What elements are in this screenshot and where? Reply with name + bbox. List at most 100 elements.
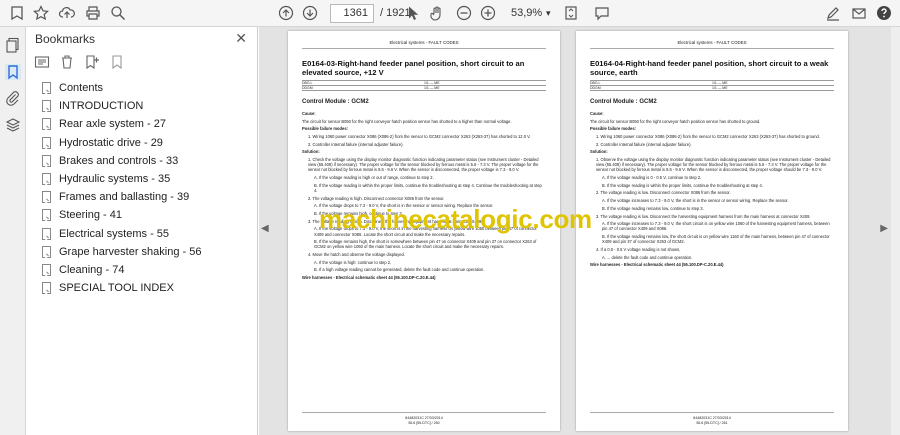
star-icon[interactable] xyxy=(31,3,51,23)
bookmark-item[interactable]: Cleaning - 74 xyxy=(42,261,254,279)
bookmark-item[interactable]: Hydraulic systems - 35 xyxy=(42,170,254,188)
bookmark-item[interactable]: Hydrostatic drive - 29 xyxy=(42,134,254,152)
share-mail-icon[interactable] xyxy=(850,3,868,23)
bookmark-label: Steering - 41 xyxy=(59,209,122,222)
page-paragraph: 1. Check the voltage using the display m… xyxy=(308,157,539,173)
watermark-text: machinecatalogic.com xyxy=(319,204,592,234)
bookmark-label: Frames and ballasting - 39 xyxy=(59,191,190,204)
page-paragraph: B. If the voltage reading remains low, c… xyxy=(602,205,704,211)
comment-icon[interactable] xyxy=(593,3,611,23)
bookmark-item[interactable]: Steering - 41 xyxy=(42,206,254,224)
bookmark-item[interactable]: Frames and ballasting - 39 xyxy=(42,188,254,206)
page-paragraph: 3. The voltage reading is low. Disconnec… xyxy=(596,213,811,219)
bookmark-label: INTRODUCTION xyxy=(59,100,144,113)
page-paragraph: The circuit for sensor B050 for the righ… xyxy=(302,118,512,124)
bookmark-add-icon[interactable] xyxy=(7,3,27,23)
zoom-out-icon[interactable] xyxy=(455,3,473,23)
zoom-dropdown-icon[interactable]: ▾ xyxy=(546,8,551,19)
bookmarks-toolbar xyxy=(34,54,125,72)
page-number-input[interactable]: 1361 xyxy=(330,4,374,23)
page-paragraph: A. If the voltage is high: continue to s… xyxy=(314,259,392,265)
bookmark-icon xyxy=(42,136,51,149)
bookmark-icon xyxy=(42,173,51,186)
page-paragraph: B. If a high voltage reading cannot be g… xyxy=(314,267,485,273)
close-panel-icon[interactable]: ✕ xyxy=(235,30,247,47)
page-paragraph: Possible failure modes: xyxy=(302,126,348,132)
navigation-rail xyxy=(0,27,26,435)
table-cell: DBG L xyxy=(590,81,601,86)
page-body: Cause: The circuit for sensor B050 for th… xyxy=(302,111,546,280)
bookmark-item[interactable]: Brakes and controls - 33 xyxy=(42,152,254,170)
bookmark-label: Grape harvester shaking - 56 xyxy=(59,245,202,258)
select-cursor-icon[interactable] xyxy=(404,3,422,23)
zoom-level[interactable]: 53,9% xyxy=(511,7,542,19)
bookmarks-panel-icon[interactable] xyxy=(5,64,21,80)
print-icon[interactable] xyxy=(83,3,103,23)
delete-bookmark-icon[interactable] xyxy=(59,54,75,70)
next-page-icon[interactable] xyxy=(300,3,320,23)
attachments-icon[interactable] xyxy=(5,90,21,106)
table-cell: 1/1 — ME xyxy=(424,86,440,91)
page-footer: 84482031C 27/03/2014 55.6 [55.DTC] / 261 xyxy=(590,412,834,425)
page-paragraph: 2. Controller internal failure (internal… xyxy=(308,141,404,147)
page-paragraph: 4. If a 0.0 - 0.5 V voltage reading is n… xyxy=(596,246,681,252)
bookmark-label: Hydraulic systems - 35 xyxy=(59,173,171,186)
zoom-in-icon[interactable] xyxy=(479,3,497,23)
page-paragraph: B. If the voltage reading is within the … xyxy=(602,182,763,188)
context-table: DBG L 1/1 — ME DDGM 1/1 — ME xyxy=(302,80,546,92)
footer-page-ref: 55.6 [55.DTC] / 261 xyxy=(696,420,728,425)
bookmark-icon xyxy=(42,100,51,113)
page-paragraph: The circuit for sensor B050 for the righ… xyxy=(590,118,761,124)
tag-bookmark-icon[interactable] xyxy=(109,54,125,70)
page-paragraph: Possible failure modes: xyxy=(590,126,636,132)
fit-page-icon[interactable] xyxy=(562,3,580,23)
page-thumbnails-icon[interactable] xyxy=(5,37,21,53)
page-paragraph: 1. Wiring 1060 power connector X086 (X08… xyxy=(308,134,531,140)
control-module-label: Control Module : GCM2 xyxy=(302,99,369,106)
table-cell: DBG L xyxy=(302,81,313,86)
zoom-search-icon[interactable] xyxy=(108,3,128,23)
vertical-scrollbar[interactable] xyxy=(891,27,900,435)
bookmark-item[interactable]: INTRODUCTION xyxy=(42,97,254,115)
page-paragraph: 2. Controller internal failure (internal… xyxy=(596,141,692,147)
table-cell: DDGM xyxy=(302,86,313,91)
fault-code-title: E0164-03-Right-hand feeder panel positio… xyxy=(302,59,525,77)
previous-page-icon[interactable] xyxy=(276,3,296,23)
collapse-left-icon[interactable]: ◀ xyxy=(261,223,269,234)
page-paragraph: 1. Wiring 1060 power connector X086 (X08… xyxy=(596,134,820,140)
footer-page-ref: 55.6 [55.DTC] / 260 xyxy=(408,420,440,425)
bookmark-item[interactable]: Rear axle system - 27 xyxy=(42,115,254,133)
sign-pen-icon[interactable] xyxy=(824,3,842,23)
collapse-right-icon[interactable]: ▶ xyxy=(880,223,888,234)
page-paragraph: A. If the voltage reading is high or out… xyxy=(314,175,434,181)
page-paragraph: Wire harnesses - Electrical schematic sh… xyxy=(302,275,436,281)
bookmark-icon xyxy=(42,263,51,276)
table-cell: 1/1 — ME xyxy=(712,81,728,86)
hand-tool-icon[interactable] xyxy=(428,3,446,23)
page-paragraph: Cause: xyxy=(302,110,316,116)
page-body: Cause: The circuit for sensor B050 for th… xyxy=(590,111,834,268)
page-paragraph: Cause: xyxy=(590,110,604,116)
options-menu-icon[interactable] xyxy=(34,54,50,70)
bookmark-item[interactable]: Electrical systems - 55 xyxy=(42,225,254,243)
bookmark-list: Contents INTRODUCTION Rear axle system -… xyxy=(42,79,254,297)
new-bookmark-icon[interactable] xyxy=(84,54,100,70)
bookmark-item[interactable]: SPECIAL TOOL INDEX xyxy=(42,279,254,297)
bookmark-icon xyxy=(42,282,51,295)
bookmark-item[interactable]: Contents xyxy=(42,79,254,97)
page-paragraph: 4. Move the hatch and observe the voltag… xyxy=(308,252,405,258)
page-paragraph: 1. Observe the voltage using the display… xyxy=(596,157,831,173)
page-paragraph: B. If the voltage reading is within the … xyxy=(314,182,542,193)
bookmark-item[interactable]: Grape harvester shaking - 56 xyxy=(42,243,254,261)
layers-icon[interactable] xyxy=(5,117,21,133)
upload-cloud-icon[interactable] xyxy=(57,3,77,23)
page-paragraph: Solution: xyxy=(302,149,320,155)
table-cell: 1/1 — ME xyxy=(712,86,728,91)
bookmark-label: Brakes and controls - 33 xyxy=(59,154,179,167)
table-cell: 1/1 — ME xyxy=(424,81,440,86)
bookmark-icon xyxy=(42,118,51,131)
help-icon[interactable] xyxy=(875,3,893,23)
control-module-label: Control Module : GCM2 xyxy=(590,99,657,106)
page-paragraph: B. If the voltage remains high, the shor… xyxy=(314,239,537,250)
bookmark-icon xyxy=(42,227,51,240)
